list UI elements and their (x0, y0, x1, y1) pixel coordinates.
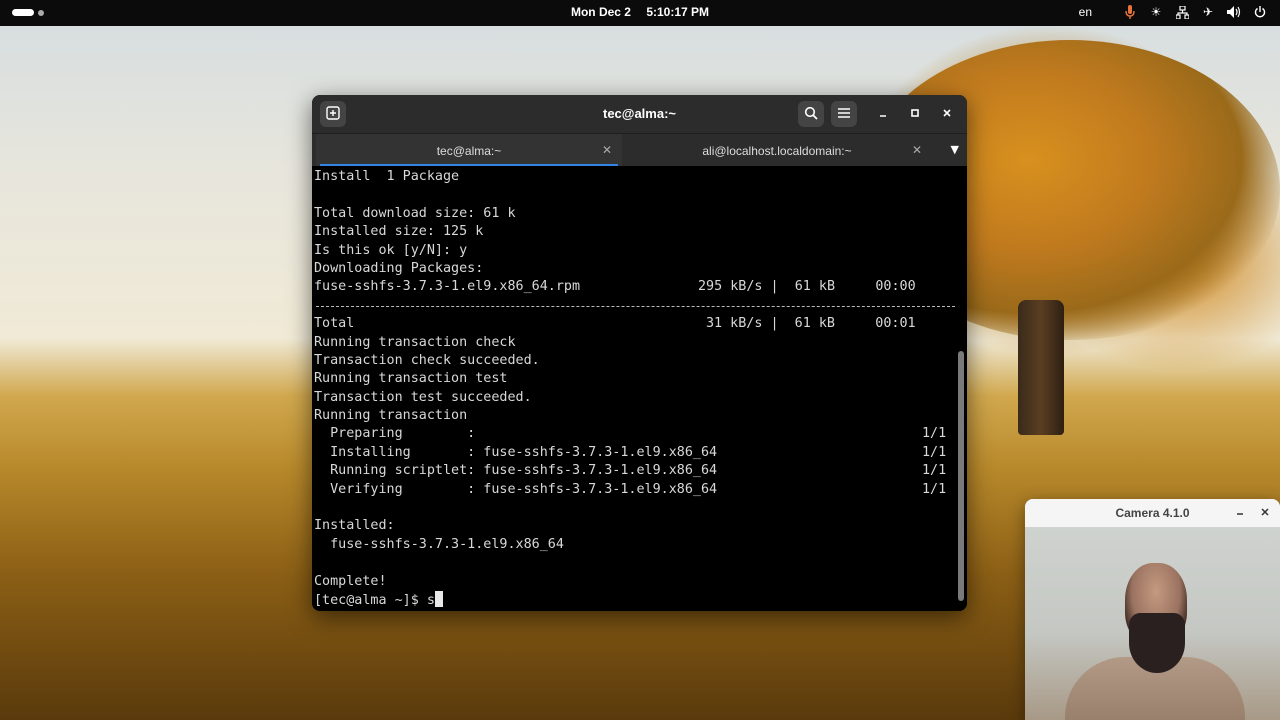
step-count: 1/1 (922, 444, 947, 460)
step-count: 1/1 (922, 481, 947, 497)
close-button[interactable] (937, 104, 957, 124)
camera-close-button[interactable] (1256, 504, 1274, 522)
system-tray[interactable]: en ☀ ✈ (1079, 4, 1268, 20)
search-icon (804, 106, 818, 123)
top-bar: Mon Dec 2 5:10:17 PM en ☀ ✈ (0, 0, 1280, 26)
terminal-headerbar[interactable]: tec@alma:~ (312, 95, 967, 133)
terminal-line: Preparing : 1/1 (314, 425, 967, 443)
terminal-line: Installed size: 125 k (314, 224, 484, 240)
microphone-icon (1122, 4, 1138, 20)
wallpaper-tree-trunk (1018, 300, 1064, 435)
tab-close-icon[interactable]: ✕ (912, 143, 922, 157)
terminal-line: Total 31 kB/s | 61 kB 00:01 (314, 315, 967, 333)
terminal-output[interactable]: Install 1 Package Total download size: 6… (312, 166, 967, 611)
transaction-step: Installing : fuse-sshfs-3.7.3-1.el9.x86_… (314, 444, 718, 460)
separator-line (314, 297, 967, 315)
window-title: tec@alma:~ (602, 106, 677, 121)
terminal-line: fuse-sshfs-3.7.3-1.el9.x86_64 (314, 536, 564, 552)
terminal-line: Installing : fuse-sshfs-3.7.3-1.el9.x86_… (314, 444, 967, 462)
terminal-window[interactable]: tec@alma:~ tec@alma:~ ✕ ali@localhost.lo… (312, 95, 967, 611)
minimize-button[interactable] (873, 104, 893, 124)
terminal-line: Installed: (314, 518, 395, 534)
network-icon (1174, 4, 1190, 20)
download-stats: 295 kB/s | 61 kB 00:00 (698, 279, 916, 295)
terminal-line: Running transaction check (314, 334, 516, 350)
download-filename: fuse-sshfs-3.7.3-1.el9.x86_64.rpm (314, 279, 581, 295)
camera-headerbar[interactable]: Camera 4.1.0 (1025, 499, 1280, 527)
menu-button[interactable] (831, 101, 857, 127)
close-icon (1260, 507, 1270, 520)
tab-label: tec@alma:~ (436, 143, 502, 158)
keyboard-language[interactable]: en (1079, 5, 1092, 19)
tab-tec-alma[interactable]: tec@alma:~ ✕ (316, 134, 622, 167)
terminal-line: Running scriptlet: fuse-sshfs-3.7.3-1.el… (314, 462, 967, 480)
brightness-icon: ☀ (1150, 5, 1162, 19)
terminal-line: Verifying : fuse-sshfs-3.7.3-1.el9.x86_6… (314, 481, 967, 499)
tab-ali-localhost[interactable]: ali@localhost.localdomain:~ ✕ (622, 134, 932, 167)
terminal-line: Running transaction test (314, 371, 508, 387)
transaction-step: Verifying : fuse-sshfs-3.7.3-1.el9.x86_6… (314, 481, 718, 497)
clock-date: Mon Dec 2 (570, 5, 631, 19)
search-button[interactable] (798, 101, 824, 127)
minimize-icon (878, 107, 888, 121)
transaction-step: Running scriptlet: fuse-sshfs-3.7.3-1.el… (314, 463, 718, 479)
hamburger-menu-icon (837, 106, 851, 122)
airplane-icon: ✈ (1202, 5, 1214, 19)
total-label: Total (314, 316, 355, 332)
power-icon (1252, 4, 1268, 20)
person-beard (1129, 613, 1185, 673)
volume-icon (1226, 4, 1242, 20)
tab-close-icon[interactable]: ✕ (602, 143, 612, 157)
tab-list-dropdown-icon[interactable]: ▼ (951, 143, 959, 156)
terminal-line: Install 1 Package (314, 169, 460, 184)
maximize-icon (910, 107, 920, 121)
camera-minimize-button[interactable] (1231, 504, 1249, 522)
maximize-button[interactable] (905, 104, 925, 124)
step-count: 1/1 (922, 426, 947, 442)
camera-window[interactable]: Camera 4.1.0 (1025, 499, 1280, 720)
scrollbar[interactable] (958, 351, 964, 601)
terminal-line: Downloading Packages: (314, 260, 484, 276)
terminal-line: Is this ok [y/N]: y (314, 242, 468, 258)
camera-feed (1025, 527, 1280, 720)
terminal-line: Total download size: 61 k (314, 205, 516, 221)
minimize-icon (1235, 507, 1245, 520)
terminal-line: Complete! (314, 573, 387, 589)
total-stats: 31 kB/s | 61 kB 00:01 (706, 316, 916, 332)
command-input[interactable]: s (427, 593, 435, 608)
terminal-line: Running transaction (314, 408, 468, 424)
terminal-line: Transaction check succeeded. (314, 352, 540, 368)
command-prompt-line[interactable]: [tec@alma ~]$ s (314, 590, 967, 609)
step-count: 1/1 (922, 463, 947, 479)
terminal-line: Transaction test succeeded. (314, 389, 532, 405)
close-icon (942, 107, 952, 121)
shell-prompt: [tec@alma ~]$ (314, 592, 427, 608)
tab-label: ali@localhost.localdomain:~ (702, 143, 852, 158)
text-cursor (434, 590, 443, 607)
tab-bar: tec@alma:~ ✕ ali@localhost.localdomain:~… (312, 133, 967, 167)
terminal-line: fuse-sshfs-3.7.3-1.el9.x86_64.rpm 295 kB… (314, 278, 967, 296)
transaction-step: Preparing : (314, 426, 476, 442)
clock-time: 5:10:17 PM (646, 5, 710, 19)
